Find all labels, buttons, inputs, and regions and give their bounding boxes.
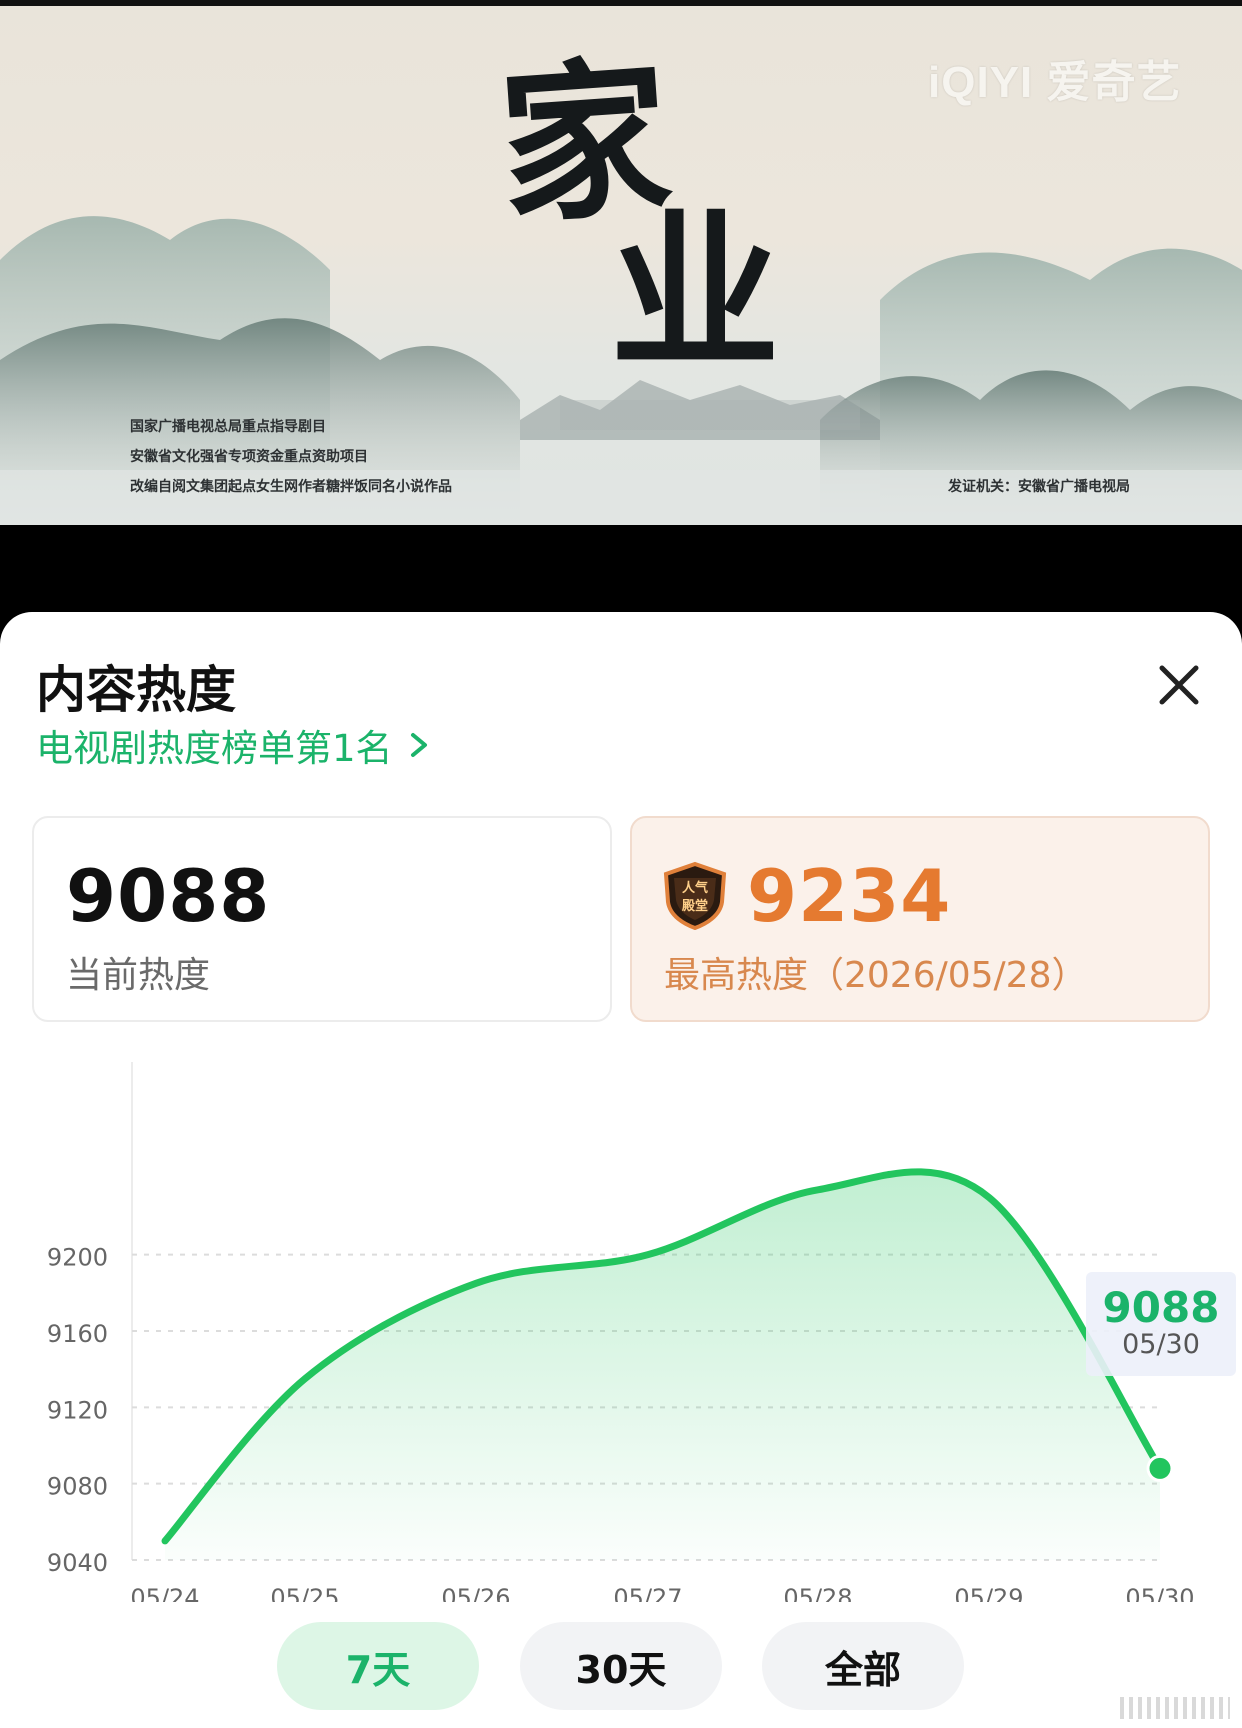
tooltip-date: 05/30 [1122, 1329, 1200, 1360]
x-tick-label: 05/27 [613, 1584, 682, 1602]
highlight-point [1146, 1454, 1174, 1482]
current-heat-value: 9088 [66, 854, 271, 938]
sheet-title: 内容热度 [36, 661, 236, 719]
x-tick-label: 05/25 [270, 1584, 339, 1602]
heat-bottom-sheet: 内容热度 电视剧热度榜单第1名 9088 当前热度 人气 殿堂 9234 最高热… [0, 612, 1242, 1728]
banner-issuer: 发证机关：安徽省广播电视局 [948, 479, 1130, 495]
svg-text:殿堂: 殿堂 [681, 898, 708, 914]
range-tab-7-days[interactable]: 7天 [277, 1622, 479, 1710]
tooltip-value: 9088 [1102, 1283, 1220, 1332]
banner-note-1: 国家广播电视总局重点指导剧目 [130, 419, 326, 435]
watermark [1120, 1697, 1230, 1719]
svg-text:人气: 人气 [682, 880, 708, 896]
series-area [165, 1171, 1160, 1560]
banner-note-3: 改编自阅文集团起点女生网作者糖拌饭同名小说作品 [130, 479, 452, 495]
x-tick-label: 05/30 [1125, 1584, 1194, 1602]
y-tick-label: 9120 [47, 1396, 108, 1424]
x-tick-label: 05/24 [130, 1584, 199, 1602]
drama-banner: 家 业 iQIYI 爱奇艺 国家广播电视总局重点指导剧目 安徽省文化强省专项资金… [0, 0, 1242, 525]
peak-heat-label: 最高热度（2026/05/28） [664, 955, 1088, 996]
close-button[interactable] [1148, 654, 1210, 716]
title-char-2: 业 [610, 193, 781, 393]
y-tick-label: 9040 [47, 1549, 108, 1577]
banner-note-2: 安徽省文化强省专项资金重点资助项目 [130, 449, 368, 465]
heat-trend-chart: 9040 9080 9120 9160 9200 05/24 05/25 05/26 05/27… [47, 1062, 1195, 1602]
drama-title-calligraphy: 家 业 [490, 37, 800, 378]
y-tick-label: 9080 [47, 1473, 108, 1501]
chevron-right-icon [410, 733, 427, 757]
x-tick-label: 05/29 [954, 1584, 1023, 1602]
close-icon [1159, 665, 1199, 705]
rank-link[interactable]: 电视剧热度榜单第1名 [36, 718, 433, 772]
chart-tooltip: 9088 05/30 [1086, 1272, 1236, 1376]
current-heat-label: 当前热度 [66, 955, 211, 996]
rank-link-label: 电视剧热度榜单第1名 [36, 727, 393, 770]
status-bar-strip [0, 0, 1242, 6]
popularity-hall-badge-icon: 人气 殿堂 [663, 861, 727, 930]
iqiyi-logo: iQIYI 爱奇艺 [928, 58, 1182, 107]
x-tick-label: 05/28 [783, 1584, 852, 1602]
peak-heat-card: 人气 殿堂 9234 最高热度（2026/05/28） [630, 816, 1210, 1022]
current-heat-card: 9088 当前热度 [32, 816, 612, 1022]
y-tick-label: 9160 [47, 1320, 108, 1348]
y-tick-label: 9200 [47, 1244, 108, 1272]
x-tick-label: 05/26 [441, 1584, 510, 1602]
peak-heat-value: 9234 [747, 854, 952, 938]
range-tab-all[interactable]: 全部 [762, 1622, 964, 1710]
range-tab-30-days[interactable]: 30天 [520, 1622, 722, 1710]
